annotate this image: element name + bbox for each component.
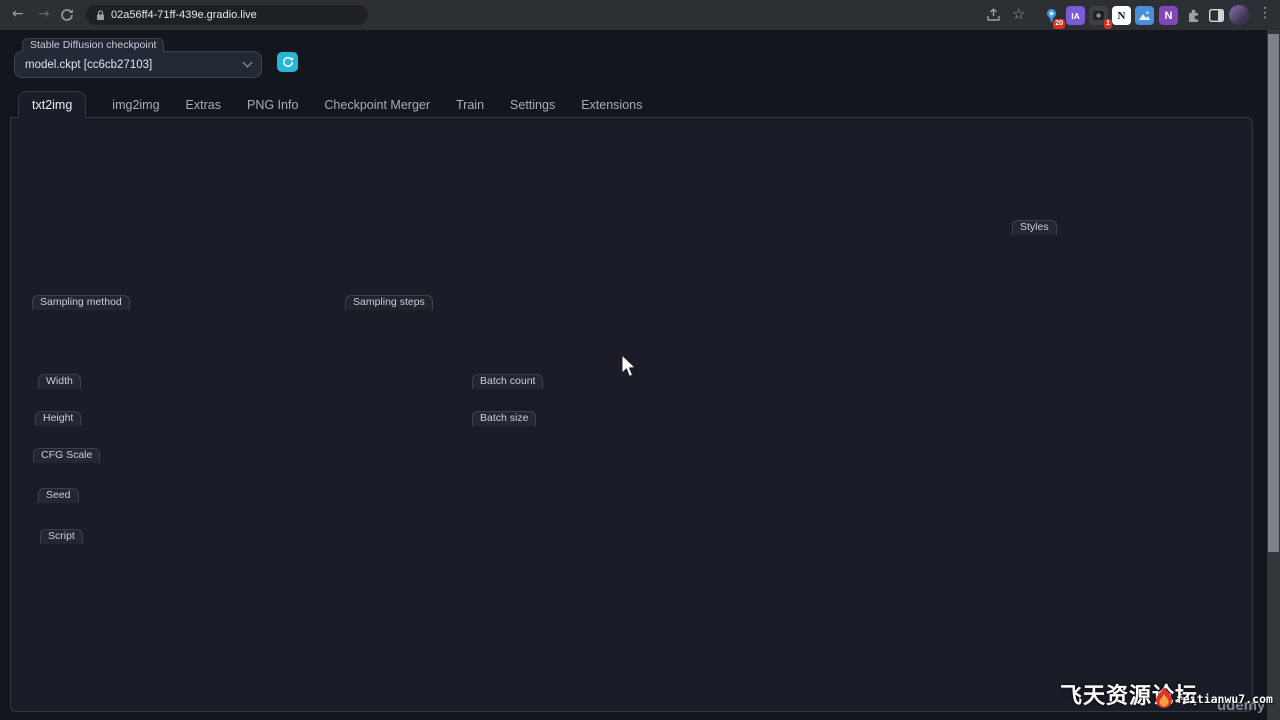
back-icon[interactable]: ← xyxy=(12,6,24,22)
tab-txt2img[interactable]: txt2img xyxy=(18,91,86,118)
height-label: Height xyxy=(35,411,81,426)
tab-img2img[interactable]: img2img xyxy=(112,92,159,118)
txt2img-panel xyxy=(10,117,1253,712)
tab-settings[interactable]: Settings xyxy=(510,92,555,118)
profile-avatar[interactable] xyxy=(1229,5,1249,25)
pin-badge: 20 xyxy=(1053,19,1065,29)
width-label: Width xyxy=(38,374,81,389)
checkpoint-value: model.ckpt [cc6cb27103] xyxy=(25,59,152,71)
share-icon[interactable] xyxy=(986,8,1001,22)
checkpoint-dropdown[interactable]: model.ckpt [cc6cb27103] xyxy=(14,51,262,78)
page-scrollbar-thumb[interactable] xyxy=(1268,34,1279,552)
lock-icon xyxy=(96,10,105,21)
flame-icon xyxy=(1152,686,1176,712)
capture-extension-icon[interactable]: 1 xyxy=(1089,6,1108,25)
tab-png-info[interactable]: PNG Info xyxy=(247,92,298,118)
seed-label: Seed xyxy=(38,488,79,503)
reload-icon[interactable] xyxy=(60,8,74,22)
forward-icon[interactable]: → xyxy=(38,6,50,22)
url-text: 02a56ff4-71ff-439e.gradio.live xyxy=(111,9,257,21)
onenote-extension-icon[interactable]: N xyxy=(1159,6,1178,25)
bookmark-star-icon[interactable]: ☆ xyxy=(1012,5,1025,23)
refresh-checkpoint-button[interactable] xyxy=(277,52,298,72)
chevron-down-icon xyxy=(243,58,253,68)
tab-train[interactable]: Train xyxy=(456,92,484,118)
styles-label: Styles xyxy=(1012,220,1057,235)
cfg-scale-label: CFG Scale xyxy=(33,448,100,463)
ia-extension-icon[interactable]: IA xyxy=(1066,6,1085,25)
batch-size-label: Batch size xyxy=(472,411,536,426)
sampling-method-label: Sampling method xyxy=(32,295,130,310)
main-tabs: txt2img img2img Extras PNG Info Checkpoi… xyxy=(18,90,642,118)
mouse-cursor xyxy=(621,354,637,378)
notion-extension-icon[interactable]: N xyxy=(1112,6,1131,25)
browser-window: ← → 02a56ff4-71ff-439e.gradio.live ☆ 20 … xyxy=(0,0,1280,720)
checkpoint-label: Stable Diffusion checkpoint xyxy=(22,38,164,53)
tab-extensions[interactable]: Extensions xyxy=(581,92,642,118)
batch-count-label: Batch count xyxy=(472,374,543,389)
address-bar[interactable]: 02a56ff4-71ff-439e.gradio.live xyxy=(86,5,368,25)
tab-checkpoint-merger[interactable]: Checkpoint Merger xyxy=(324,92,430,118)
refresh-icon xyxy=(282,56,294,68)
extensions-puzzle-icon[interactable] xyxy=(1184,6,1203,25)
script-label: Script xyxy=(40,529,83,544)
image-extension-icon[interactable] xyxy=(1135,6,1154,25)
pin-extension-icon[interactable]: 20 xyxy=(1042,6,1061,25)
watermark-site-text: feitianwu7.com xyxy=(1176,692,1273,706)
browser-menu-icon[interactable]: ⋮ xyxy=(1258,5,1272,21)
capture-badge: 1 xyxy=(1104,19,1112,29)
tab-extras[interactable]: Extras xyxy=(186,92,221,118)
sidebar-toggle-icon[interactable] xyxy=(1207,6,1226,25)
sampling-steps-label: Sampling steps xyxy=(345,295,433,310)
browser-toolbar: ← → 02a56ff4-71ff-439e.gradio.live ☆ 20 … xyxy=(0,0,1280,30)
